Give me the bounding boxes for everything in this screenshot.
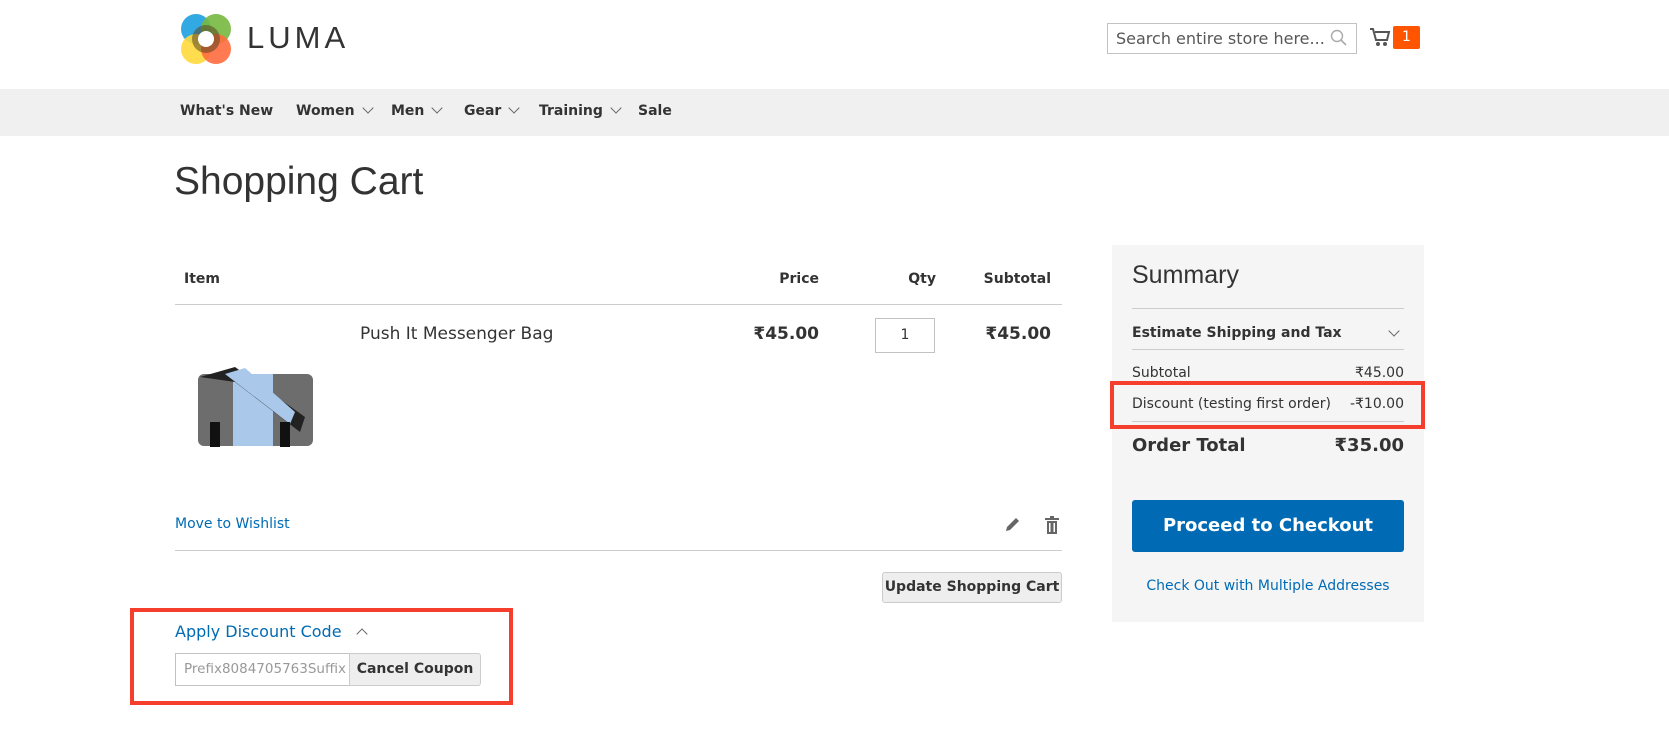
discount-code-input[interactable]: Prefix8084705763Suffix <box>175 653 350 686</box>
nav-whats-new[interactable]: What's New <box>180 103 273 119</box>
column-price: Price <box>779 271 819 287</box>
nav-sale[interactable]: Sale <box>638 103 672 119</box>
summary-title: Summary <box>1132 261 1239 289</box>
product-image[interactable] <box>195 362 320 452</box>
luma-logo-icon[interactable] <box>180 13 232 65</box>
order-total-row: Order Total ₹35.00 <box>1132 435 1404 456</box>
product-subtotal: ₹45.00 <box>985 324 1051 344</box>
proceed-to-checkout-button[interactable]: Proceed to Checkout <box>1132 500 1404 552</box>
product-name[interactable]: Push It Messenger Bag <box>360 324 553 344</box>
trash-icon[interactable] <box>1044 515 1060 535</box>
column-qty: Qty <box>908 271 936 287</box>
chevron-up-icon <box>355 628 368 640</box>
apply-discount-toggle[interactable]: Apply Discount Code <box>175 622 368 641</box>
chevron-down-icon <box>610 102 622 114</box>
chevron-down-icon <box>361 102 374 114</box>
divider <box>1132 308 1404 309</box>
chevron-down-icon <box>431 102 444 114</box>
column-item: Item <box>184 271 220 287</box>
estimate-shipping-toggle[interactable]: Estimate Shipping and Tax <box>1132 317 1404 349</box>
product-price: ₹45.00 <box>753 324 819 344</box>
move-to-wishlist-link[interactable]: Move to Wishlist <box>175 516 290 532</box>
page-title: Shopping Cart <box>174 160 424 203</box>
nav-gear[interactable]: Gear <box>464 102 521 119</box>
search-input[interactable]: Search entire store here... <box>1107 23 1357 54</box>
nav-women[interactable]: Women <box>296 102 374 119</box>
search-icon[interactable] <box>1330 29 1348 47</box>
subtotal-row: Subtotal ₹45.00 <box>1132 365 1404 381</box>
summary-panel: Summary Estimate Shipping and Tax Subtot… <box>1112 245 1424 622</box>
qty-input[interactable]: 1 <box>875 318 935 353</box>
divider <box>175 304 1062 305</box>
column-subtotal: Subtotal <box>983 271 1051 287</box>
logo-text[interactable]: LUMA <box>247 20 349 56</box>
edit-pencil-icon[interactable] <box>1003 516 1021 534</box>
update-shopping-cart-button[interactable]: Update Shopping Cart <box>882 572 1062 603</box>
chevron-down-icon <box>508 102 521 114</box>
chevron-down-icon <box>1388 325 1400 337</box>
divider <box>175 550 1062 551</box>
cart-count-badge[interactable]: 1 <box>1393 26 1420 49</box>
nav-training[interactable]: Training <box>539 102 622 119</box>
cancel-coupon-button[interactable]: Cancel Coupon <box>349 653 481 686</box>
multiple-addresses-link[interactable]: Check Out with Multiple Addresses <box>1132 578 1404 594</box>
cart-icon[interactable] <box>1369 26 1391 48</box>
divider <box>1132 349 1404 350</box>
discount-row-highlight <box>1110 381 1425 429</box>
nav-men[interactable]: Men <box>391 102 444 119</box>
nav-bar: What's New Women Men Gear Training Sale <box>0 89 1669 136</box>
